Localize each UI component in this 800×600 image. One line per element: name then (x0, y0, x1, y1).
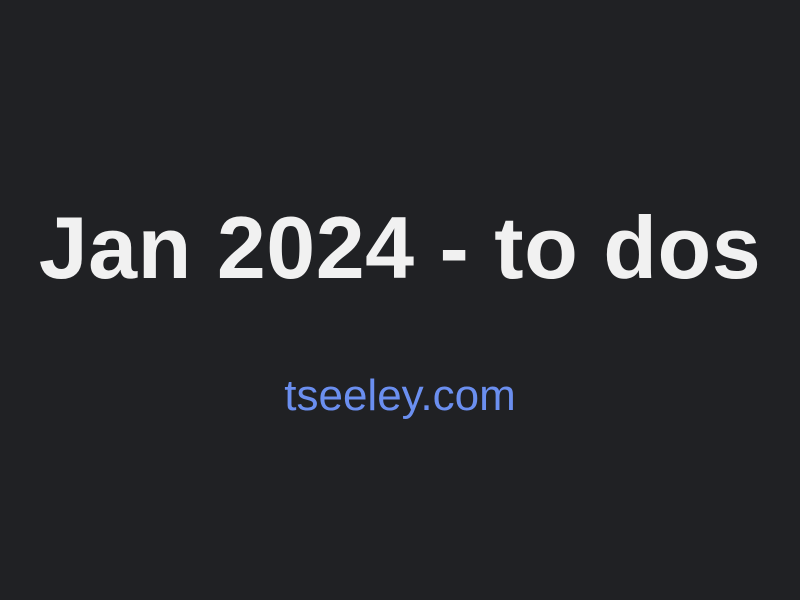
title-card: Jan 2024 - to dos tseeley.com (0, 0, 800, 600)
site-link[interactable]: tseeley.com (0, 370, 800, 422)
page-title: Jan 2024 - to dos (38, 198, 762, 297)
